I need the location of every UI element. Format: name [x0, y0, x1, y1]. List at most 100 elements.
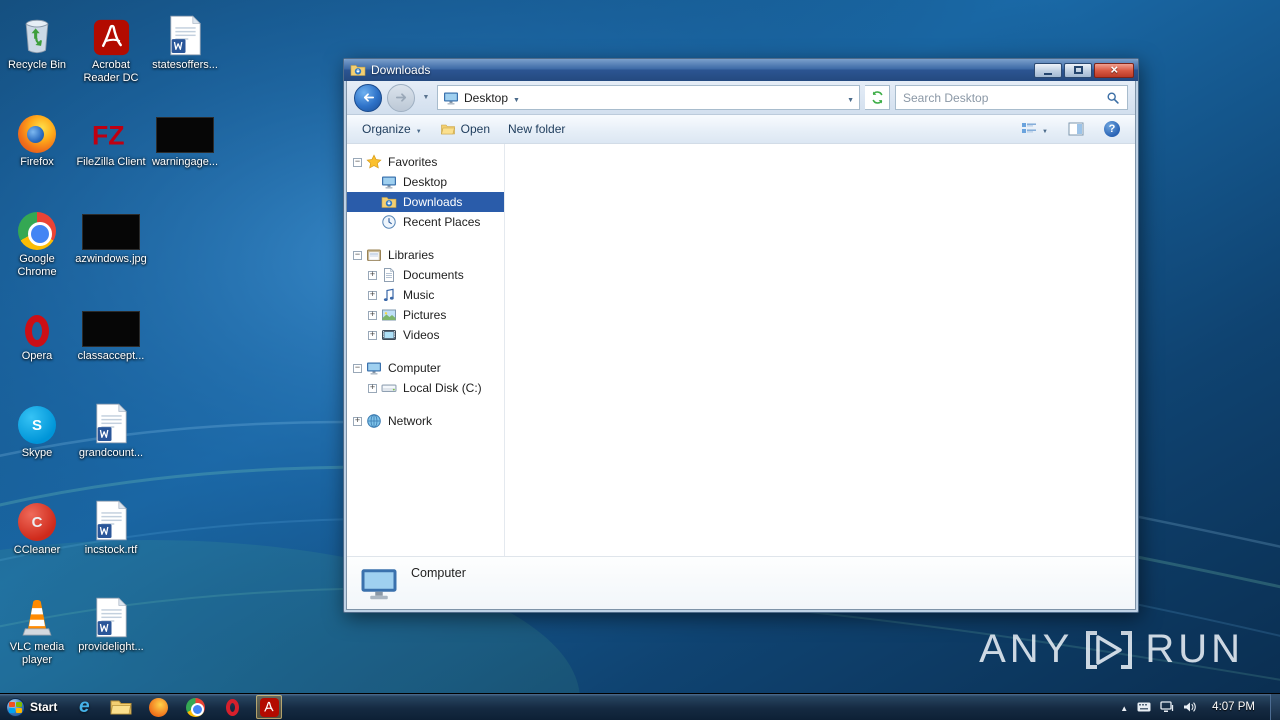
favorites-star-icon	[366, 154, 382, 170]
address-history-caret-icon[interactable]	[847, 91, 854, 105]
desktop-icon-grandcount[interactable]: grandcount...	[74, 394, 148, 491]
desktop-icon-azwindows[interactable]: azwindows.jpg	[74, 200, 148, 297]
tree-item-label: Videos	[403, 328, 440, 342]
tree-item-pictures[interactable]: Pictures	[347, 305, 504, 325]
refresh-button[interactable]	[865, 85, 890, 110]
skype-icon: S	[18, 394, 56, 444]
start-button[interactable]: Start	[0, 694, 67, 720]
desktop-icon-column-2: Acrobat Reader DC FZ FileZilla Client az…	[74, 6, 148, 685]
search-icon[interactable]	[1102, 91, 1124, 105]
refresh-icon	[871, 91, 883, 104]
desktop-icon-vlc[interactable]: VLC media player	[0, 588, 74, 685]
collapse-icon[interactable]	[353, 363, 362, 373]
help-button[interactable]	[1097, 117, 1127, 141]
expand-icon[interactable]	[368, 383, 377, 393]
tree-item-music[interactable]: Music	[347, 285, 504, 305]
desktop-icon-classaccept[interactable]: classaccept...	[74, 297, 148, 394]
desktop-icon-ccleaner[interactable]: C CCleaner	[0, 491, 74, 588]
tree-item-label: Network	[388, 414, 433, 428]
address-bar[interactable]: Desktop	[437, 85, 860, 110]
breadcrumb-caret-icon[interactable]	[513, 91, 520, 105]
expand-icon[interactable]	[368, 310, 377, 320]
libraries-icon	[366, 247, 382, 263]
desktop-icon-incstock[interactable]: incstock.rtf	[74, 491, 148, 588]
taskbar-opera-icon[interactable]	[219, 695, 245, 719]
tray-expand-icon[interactable]	[1120, 698, 1128, 716]
word-document-icon	[94, 491, 129, 541]
back-button[interactable]	[354, 83, 382, 112]
taskbar-firefox-icon[interactable]	[145, 695, 171, 719]
network-icon[interactable]	[1160, 701, 1174, 713]
expand-icon[interactable]	[368, 330, 377, 340]
desktop-icon-firefox[interactable]: Firefox	[0, 103, 74, 200]
filezilla-icon: FZ	[90, 103, 132, 153]
tree-item-desktop[interactable]: Desktop	[347, 172, 504, 192]
taskbar-chrome-icon[interactable]	[182, 695, 208, 719]
close-button[interactable]	[1094, 62, 1134, 78]
minimize-button[interactable]	[1034, 62, 1062, 78]
tree-item-network[interactable]: Network	[347, 411, 504, 431]
desktop-icon-google-chrome[interactable]: Google Chrome	[0, 200, 74, 297]
opera-icon	[25, 297, 49, 347]
tree-item-libraries[interactable]: Libraries	[347, 245, 504, 265]
search-input[interactable]	[903, 90, 1102, 105]
desktop-icon-label: classaccept...	[77, 350, 145, 362]
input-indicator-icon[interactable]	[1137, 702, 1151, 712]
vlc-icon	[19, 588, 55, 638]
desktop-icon-warningage[interactable]: warningage...	[148, 103, 222, 200]
tree-item-computer[interactable]: Computer	[347, 358, 504, 378]
search-box[interactable]	[895, 85, 1128, 110]
desktop-icon-label: Firefox	[20, 156, 54, 168]
documents-icon	[381, 267, 397, 283]
tree-item-recent-places[interactable]: Recent Places	[347, 212, 504, 232]
downloads-folder-icon	[350, 62, 366, 78]
expand-icon[interactable]	[353, 416, 362, 426]
pictures-icon	[381, 307, 397, 323]
show-desktop-button[interactable]	[1270, 693, 1280, 720]
window-titlebar[interactable]: Downloads	[344, 59, 1138, 81]
computer-icon	[359, 563, 399, 603]
file-list-area[interactable]	[505, 144, 1135, 556]
recent-pages-caret-icon[interactable]	[420, 94, 432, 101]
desktop-icon-recycle-bin[interactable]: Recycle Bin	[0, 6, 74, 103]
preview-pane-icon	[1068, 122, 1084, 136]
desktop-icon-statesoffers[interactable]: statesoffers...	[148, 6, 222, 103]
forward-button[interactable]	[387, 83, 415, 112]
change-view-button[interactable]	[1014, 118, 1055, 140]
navigation-pane: Favorites Desktop Downlo	[347, 144, 505, 556]
anyrun-logo-icon	[1086, 630, 1133, 669]
expand-icon[interactable]	[368, 290, 377, 300]
desktop-icon-label: Recycle Bin	[7, 59, 67, 71]
taskbar-acrobat-icon[interactable]	[256, 695, 283, 719]
volume-icon[interactable]	[1183, 701, 1197, 713]
open-button[interactable]: Open	[433, 117, 497, 141]
music-icon	[381, 287, 397, 303]
preview-pane-button[interactable]	[1061, 118, 1091, 140]
desktop-icon-opera[interactable]: Opera	[0, 297, 74, 394]
collapse-icon[interactable]	[353, 157, 362, 167]
expand-icon[interactable]	[368, 270, 377, 280]
new-folder-button[interactable]: New folder	[501, 118, 572, 140]
taskbar-explorer-folder-icon[interactable]	[108, 695, 134, 719]
maximize-button[interactable]	[1064, 62, 1092, 78]
recent-places-icon	[381, 214, 397, 230]
tree-item-downloads[interactable]: Downloads	[347, 192, 504, 212]
organize-button[interactable]: Organize	[355, 118, 429, 140]
desktop-icon-skype[interactable]: S Skype	[0, 394, 74, 491]
svg-text:S: S	[32, 417, 42, 434]
tree-item-favorites[interactable]: Favorites	[347, 152, 504, 172]
collapse-icon[interactable]	[353, 250, 362, 260]
tree-item-videos[interactable]: Videos	[347, 325, 504, 345]
desktop-icon-acrobat[interactable]: Acrobat Reader DC	[74, 6, 148, 103]
tree-item-local-disk-c[interactable]: Local Disk (C:)	[347, 378, 504, 398]
tree-group-network: Network	[347, 411, 504, 431]
chrome-icon	[18, 200, 56, 250]
tree-item-documents[interactable]: Documents	[347, 265, 504, 285]
taskbar-ie-icon[interactable]	[71, 695, 97, 719]
desktop-icon-providelight[interactable]: providelight...	[74, 588, 148, 685]
network-globe-icon	[366, 413, 382, 429]
desktop-icon-label: statesoffers...	[152, 59, 218, 71]
acrobat-icon	[93, 6, 130, 56]
taskbar-clock[interactable]: 4:07 PM	[1206, 701, 1261, 713]
desktop-icon-filezilla[interactable]: FZ FileZilla Client	[74, 103, 148, 200]
